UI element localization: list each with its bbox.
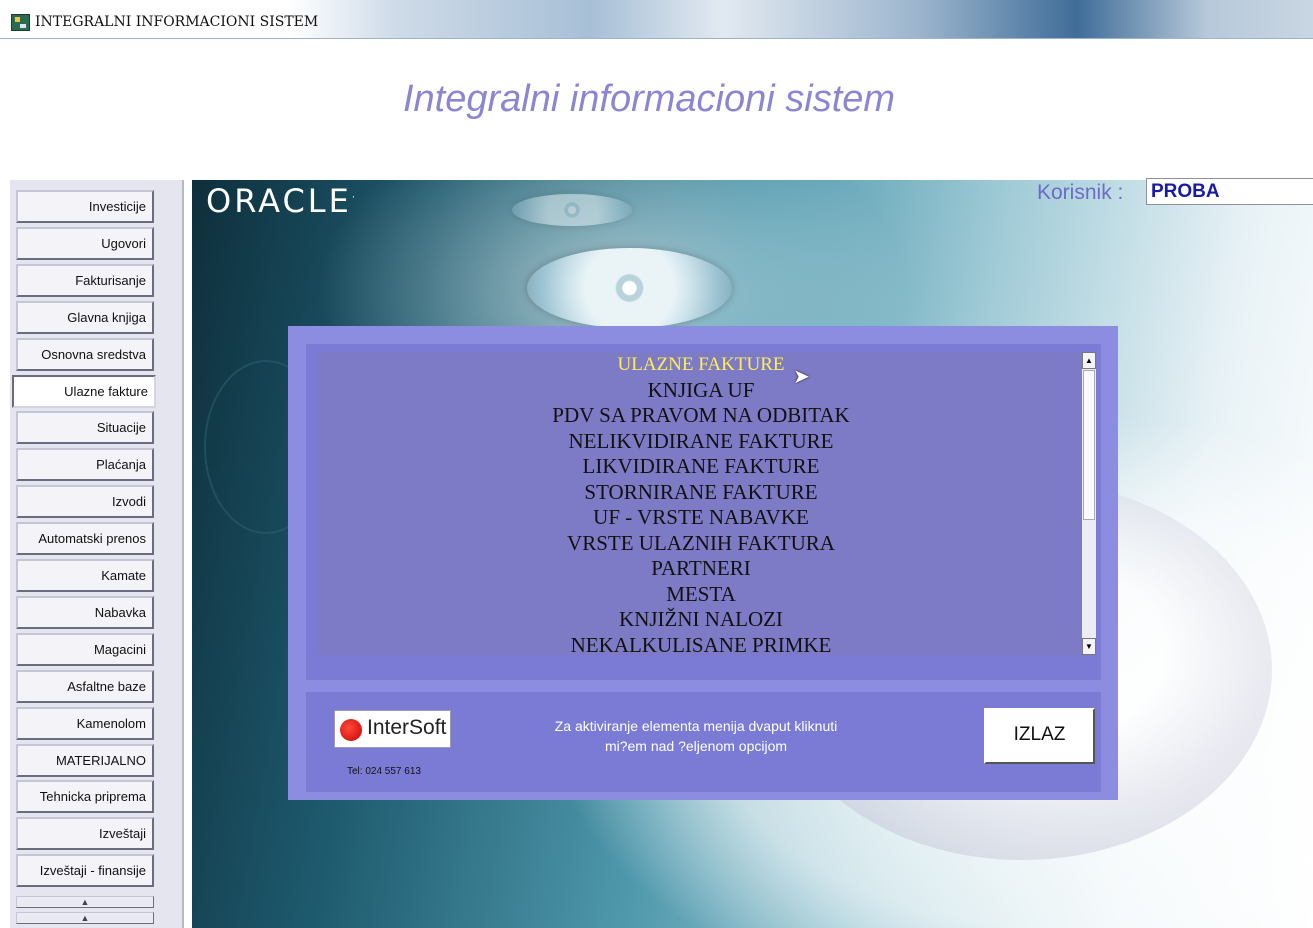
list-item[interactable]: VRSTE ULAZNIH FAKTURA [318, 531, 1084, 557]
menu-dialog: ULAZNE FAKTURE KNJIGA UF PDV SA PRAVOM NA … [288, 326, 1118, 800]
list-item[interactable]: PDV SA PRAVOM NA ODBITAK [318, 403, 1084, 429]
menu-button[interactable]: Plaćanja [16, 448, 154, 482]
menu-button[interactable]: Investicije [16, 190, 154, 223]
page-title: Integralni informacioni sistem [402, 78, 896, 120]
scroll-down-arrow-icon[interactable]: ▼ [1082, 638, 1096, 655]
window-title: INTEGRALNI INFORMACIONI SISTEM [35, 14, 319, 30]
left-menu: Investicije Ugovori Fakturisanje Glavna knj… [10, 180, 184, 928]
usage-hint-line: mi?em nad ?eljenom opcijom [604, 738, 788, 754]
menu-scroll-up-icon[interactable]: ▲ [16, 912, 154, 924]
user-field[interactable]: PROBA [1146, 178, 1313, 205]
intersoft-name: InterSoft [367, 716, 447, 739]
list-item[interactable]: MESTA [318, 582, 1084, 608]
menu-button[interactable]: Fakturisanje [16, 263, 154, 297]
menu-button[interactable]: Ulazne fakture [12, 374, 156, 408]
menu-button[interactable]: Asfaltne baze [16, 669, 154, 703]
oracle-logo: ORACLE· [206, 182, 355, 220]
exit-button[interactable]: IZLAZ [984, 708, 1095, 764]
intersoft-logo[interactable]: InterSoft [334, 710, 451, 748]
menu-button[interactable]: Izveštaji [16, 817, 154, 851]
menu-button[interactable]: Izveštaji - finansije [16, 854, 154, 888]
menu-button[interactable]: Nabavka [16, 595, 154, 629]
menu-button[interactable]: Kamenolom [16, 706, 154, 740]
usage-hint: Za aktiviranje elementa menija dvaput kl… [516, 716, 876, 756]
usage-hint-line: Za aktiviranje elementa menija dvaput kl… [554, 718, 838, 734]
oracle-logo-text: ORACLE [206, 182, 352, 220]
user-label: Korisnik : [1037, 181, 1124, 204]
list-item[interactable]: KNJIGA UF [318, 378, 1084, 404]
menu-button[interactable]: Kamate [16, 559, 154, 592]
list-item[interactable]: STORNIRANE FAKTURE [318, 480, 1084, 506]
list-item[interactable]: ULAZNE FAKTURE [318, 352, 1084, 378]
menu-button[interactable]: Automatski prenos [16, 522, 154, 556]
menu-button[interactable]: Ugovori [16, 226, 154, 260]
mouse-cursor-icon: ➤ [793, 366, 810, 388]
vendor-phone: Tel: 024 557 613 [347, 766, 421, 777]
scroll-up-arrow-icon[interactable]: ▲ [1082, 352, 1096, 369]
menu-button[interactable]: Magacini [16, 632, 154, 666]
list-item[interactable]: KNJIŽNI NALOZI [318, 607, 1084, 633]
window-title-bar: INTEGRALNI INFORMACIONI SISTEM [0, 0, 1313, 39]
menu-button[interactable]: Tehnicka priprema [16, 780, 154, 814]
menu-button[interactable]: Glavna knjiga [16, 300, 154, 334]
menu-button[interactable]: Izvodi [16, 485, 154, 519]
app-icon [11, 14, 30, 31]
list-scrollbar[interactable]: ▲ ▼ [1082, 352, 1096, 655]
menu-button[interactable]: Situacije [16, 411, 154, 445]
disc-graphic [527, 248, 732, 328]
scroll-thumb[interactable] [1083, 370, 1095, 520]
dialog-footer: InterSoft Tel: 024 557 613 Za aktiviranj… [306, 692, 1101, 792]
intersoft-dot-icon [340, 719, 362, 741]
list-item[interactable]: NEKALKULISANE PRIMKE [318, 633, 1084, 656]
menu-button[interactable]: Osnovna sredstva [16, 337, 154, 371]
disc-graphic [512, 194, 632, 226]
list-item[interactable]: LIKVIDIRANE FAKTURE [318, 454, 1084, 480]
oracle-logo-mark: · [351, 192, 356, 204]
list-item[interactable]: UF - VRSTE NABAVKE [318, 505, 1084, 531]
options-list[interactable]: ULAZNE FAKTURE KNJIGA UF PDV SA PRAVOM NA … [318, 352, 1084, 655]
menu-scroll-top-icon[interactable]: ▲ [16, 896, 154, 908]
list-item[interactable]: NELIKVIDIRANE FAKTURE [318, 429, 1084, 455]
list-item[interactable]: PARTNERI [318, 556, 1084, 582]
menu-button[interactable]: MATERIJALNO [16, 743, 154, 777]
